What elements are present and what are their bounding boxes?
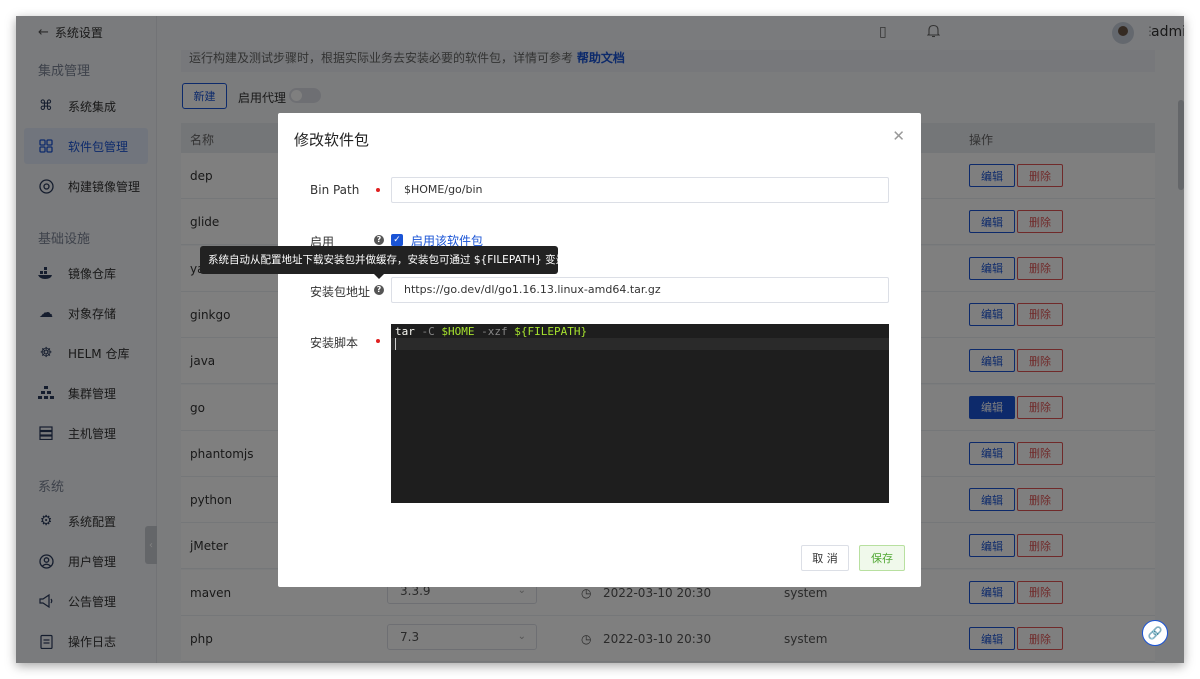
help-icon[interactable]: ? xyxy=(374,285,384,295)
bin-path-input[interactable]: $HOME/go/bin xyxy=(391,177,889,203)
download-url-input[interactable]: https://go.dev/dl/go1.16.13.linux-amd64.… xyxy=(391,277,889,303)
link-float-button[interactable]: 🔗 xyxy=(1142,620,1168,646)
app-window: ← 系统设置 集成管理 ⌘ 系统集成 软件包管理 构建镜像管理 基础设施 镜像仓… xyxy=(16,16,1184,663)
download-url-label: 安装包地址 xyxy=(310,285,371,299)
help-tooltip: 系统自动从配置地址下载安装包并做缓存，安装包可通过 ${FILEPATH} 变量… xyxy=(200,246,587,279)
code-token: -xzf xyxy=(481,325,508,338)
edit-package-dialog: 修改软件包 ✕ Bin Path $HOME/go/bin 启用 ? ✓ 启用该… xyxy=(278,113,921,587)
help-icon[interactable]: ? xyxy=(374,235,384,245)
cancel-button[interactable]: 取 消 xyxy=(801,545,849,571)
code-token: ${FILEPATH} xyxy=(514,325,588,338)
text-cursor xyxy=(395,338,396,350)
enable-checkbox[interactable]: ✓ xyxy=(391,234,403,246)
required-dot xyxy=(376,339,380,343)
dialog-title: 修改软件包 xyxy=(294,131,370,149)
active-line-highlight xyxy=(391,338,889,350)
bin-path-label: Bin Path xyxy=(310,183,360,197)
install-script-editor[interactable]: tar -C $HOME -xzf ${FILEPATH} xyxy=(391,324,889,503)
code-token: tar xyxy=(395,325,415,338)
required-dot xyxy=(376,188,380,192)
install-script-label: 安装脚本 xyxy=(310,336,359,350)
save-button[interactable]: 保存 xyxy=(859,545,905,571)
close-icon[interactable]: ✕ xyxy=(892,127,905,145)
code-line: tar -C $HOME -xzf ${FILEPATH} xyxy=(395,325,587,338)
code-token: -C xyxy=(421,325,435,338)
code-token: $HOME xyxy=(441,325,475,338)
